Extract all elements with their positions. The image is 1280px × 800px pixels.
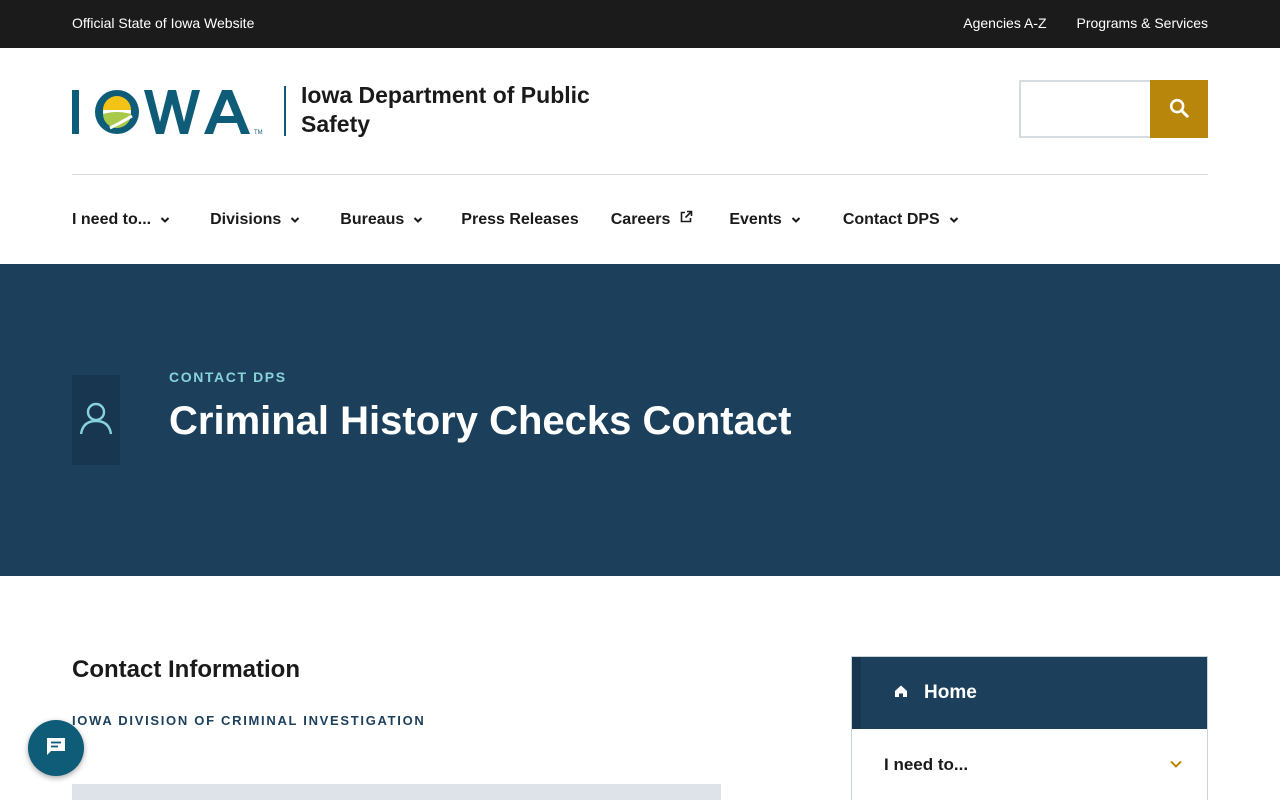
nav-label: Contact DPS: [842, 210, 940, 228]
iowa-logo[interactable]: TM: [72, 88, 272, 136]
chat-button[interactable]: [28, 720, 84, 776]
chevron-down-icon: [160, 211, 170, 229]
chevron-down-icon: [1169, 756, 1183, 774]
contact-card: [72, 784, 721, 800]
side-nav-item-i-need-to[interactable]: I need to...: [852, 729, 1207, 800]
chat-icon: [44, 734, 68, 763]
site-header: TM Iowa Department of Public Safety: [0, 48, 1280, 175]
search-input[interactable]: [1019, 80, 1150, 138]
main-navigation: I need to... Divisions Bureaus Press Rel…: [0, 175, 1280, 264]
hero-eyebrow: CONTACT DPS: [169, 369, 287, 385]
nav-item-careers[interactable]: Careers: [611, 210, 694, 229]
side-nav-home-label: Home: [924, 682, 977, 703]
utility-bar: Official State of Iowa Website Agencies …: [0, 0, 1280, 48]
search-button[interactable]: [1150, 80, 1208, 138]
external-link-icon: [679, 210, 693, 229]
nav-label: Careers: [610, 210, 671, 228]
nav-item-events[interactable]: Events: [729, 210, 801, 229]
chevron-down-icon: [290, 211, 300, 229]
chevron-down-icon: [791, 211, 801, 229]
programs-services-link[interactable]: Programs & Services: [1077, 15, 1208, 31]
page-hero: CONTACT DPS Criminal History Checks Cont…: [0, 264, 1280, 576]
page-title: Criminal History Checks Contact: [169, 399, 792, 443]
nav-item-divisions[interactable]: Divisions: [210, 210, 300, 229]
nav-label: Divisions: [210, 210, 282, 228]
agency-name[interactable]: Iowa Department of Public Safety: [301, 81, 641, 139]
nav-item-bureaus[interactable]: Bureaus: [340, 210, 423, 229]
utility-links: Agencies A-Z Programs & Services: [963, 15, 1208, 31]
svg-text:TM: TM: [254, 130, 263, 136]
search-icon: [1168, 97, 1190, 122]
official-site-text: Official State of Iowa Website: [72, 15, 255, 31]
nav-item-i-need-to[interactable]: I need to...: [72, 210, 170, 229]
nav-label: Press Releases: [461, 210, 579, 228]
side-nav-item-label: I need to...: [884, 755, 969, 774]
person-icon: [78, 400, 114, 441]
nav-label: Bureaus: [340, 210, 405, 228]
side-navigation: Home I need to...: [851, 656, 1208, 800]
division-subheading: IOWA DIVISION OF CRIMINAL INVESTIGATION: [72, 713, 426, 728]
nav-label: Events: [729, 210, 782, 228]
agencies-az-link[interactable]: Agencies A-Z: [963, 15, 1046, 31]
home-icon: [861, 684, 908, 703]
logo-divider: [284, 86, 286, 136]
chevron-down-icon: [949, 211, 959, 229]
nav-item-press-releases[interactable]: Press Releases: [461, 210, 578, 229]
side-nav-home[interactable]: Home: [852, 657, 1207, 729]
chevron-down-icon: [413, 211, 423, 229]
nav-label: I need to...: [72, 210, 152, 228]
nav-item-contact-dps[interactable]: Contact DPS: [843, 210, 959, 229]
contact-information-heading: Contact Information: [72, 656, 300, 683]
hero-icon-box: [72, 375, 120, 465]
